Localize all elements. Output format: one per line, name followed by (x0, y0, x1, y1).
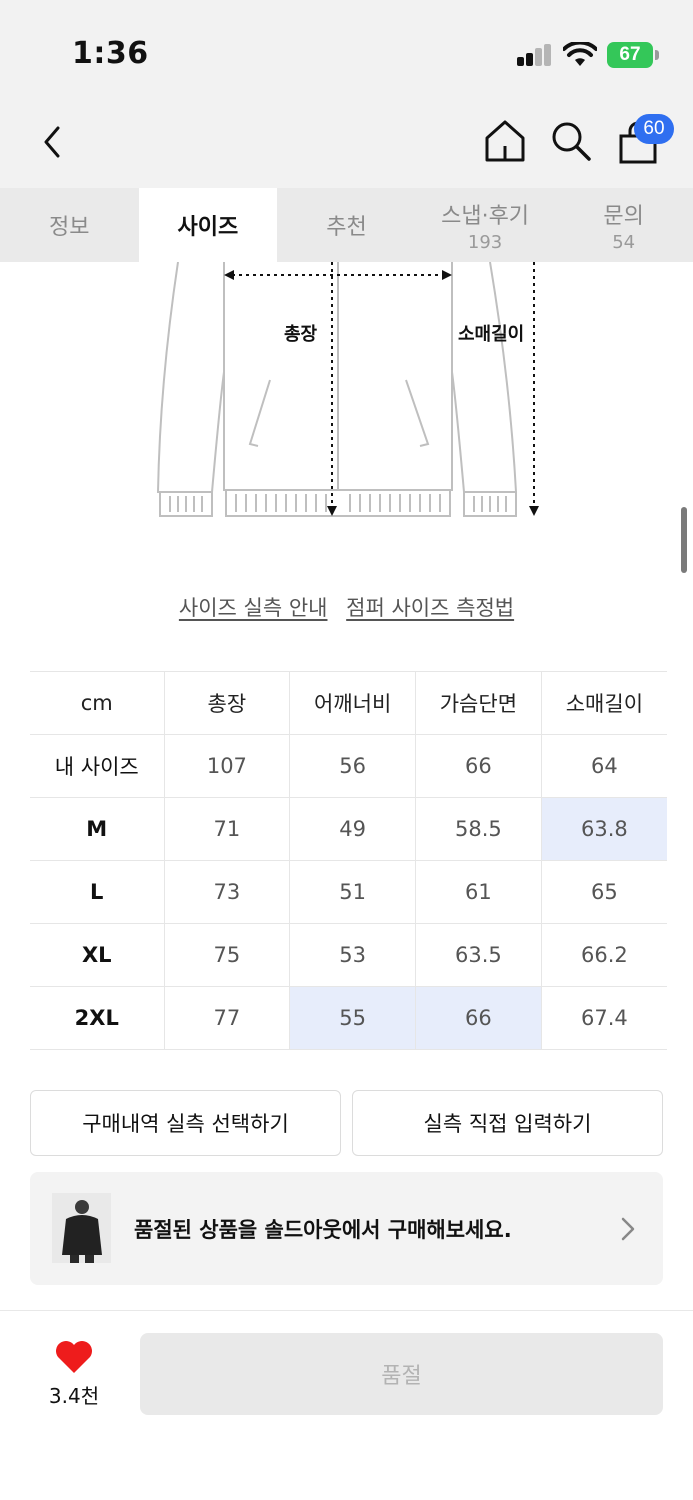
table-cell: 65 (540, 860, 667, 924)
tab-label: 정보 (49, 215, 90, 240)
tab-inquiry[interactable]: 문의 54 (554, 188, 693, 262)
table-cell-highlighted: 66 (415, 986, 542, 1050)
measure-method-link[interactable]: 점퍼 사이즈 측정법 (346, 596, 514, 620)
table-header-cell: 어깨너비 (289, 671, 416, 735)
enter-measurements-button[interactable]: 실측 직접 입력하기 (352, 1090, 663, 1156)
table-cell: 63.5 (415, 923, 542, 987)
sleeve-length-label: 소매길이 (458, 324, 525, 345)
table-cell: 75 (163, 923, 291, 987)
soldout-button[interactable]: 품절 (140, 1333, 663, 1415)
table-cell: 51 (289, 860, 416, 924)
tab-label: 문의 (603, 203, 644, 229)
table-cell: 49 (289, 797, 416, 861)
table-cell: 58.5 (415, 797, 542, 861)
battery-icon: 67 (607, 42, 659, 68)
tab-size[interactable]: 사이즈 (138, 188, 278, 262)
table-cell: 53 (289, 923, 416, 987)
wifi-icon (563, 42, 597, 66)
length-label: 총장 (284, 324, 318, 345)
row-size-label: L (30, 860, 165, 924)
size-diagram: 총장 소매길이 (150, 261, 550, 524)
table-cell: 73 (163, 860, 291, 924)
status-bar: 1:36 67 (0, 0, 693, 100)
row-size-label: XL (30, 923, 165, 987)
bottom-divider (0, 1310, 693, 1311)
table-row: M 71 49 58.5 63.8 (30, 797, 667, 861)
table-cell: 107 (163, 734, 291, 798)
table-cell: 66.2 (540, 923, 667, 987)
table-cell: 77 (163, 986, 291, 1050)
row-size-label: M (30, 797, 165, 861)
chevron-right-icon (621, 1217, 635, 1241)
tab-recommend[interactable]: 추천 (277, 188, 416, 262)
search-icon[interactable] (548, 118, 594, 164)
table-cell: 56 (289, 734, 416, 798)
cart-count-badge: 60 (634, 114, 674, 144)
cellular-signal-icon (517, 44, 553, 66)
table-row: L 73 51 61 65 (30, 860, 667, 924)
table-header-cell: 총장 (163, 671, 291, 735)
scrollbar[interactable] (681, 507, 687, 573)
table-cell-highlighted: 63.8 (540, 797, 667, 861)
home-icon[interactable] (482, 118, 528, 164)
row-size-label: 2XL (30, 986, 165, 1050)
size-table: cm 총장 어깨너비 가슴단면 소매길이 내 사이즈 107 56 66 64 … (30, 671, 667, 1050)
back-arrow-icon[interactable] (34, 120, 74, 164)
size-guide-links: 사이즈 실측 안내 점퍼 사이즈 측정법 (0, 592, 693, 622)
row-size-label: 내 사이즈 (30, 734, 165, 798)
table-header-row: cm 총장 어깨너비 가슴단면 소매길이 (30, 671, 667, 735)
battery-level: 67 (607, 42, 653, 68)
soldout-banner[interactable]: 품절된 상품을 솔드아웃에서 구매해보세요. (30, 1172, 663, 1285)
table-row: XL 75 53 63.5 66.2 (30, 923, 667, 987)
tab-snap-review[interactable]: 스냅·후기 193 (416, 188, 555, 262)
table-cell: 67.4 (540, 986, 667, 1050)
table-row: 2XL 77 55 66 67.4 (30, 986, 667, 1050)
tab-count: 54 (612, 231, 636, 253)
nav-bar: 60 (0, 100, 693, 188)
size-guide-link[interactable]: 사이즈 실측 안내 (179, 596, 328, 620)
table-cell: 71 (163, 797, 291, 861)
table-cell: 61 (415, 860, 542, 924)
status-time: 1:36 (72, 36, 149, 71)
table-header-cell: 가슴단면 (415, 671, 542, 735)
table-header-cell: cm (30, 671, 165, 735)
like-count: 3.4천 (48, 1384, 100, 1408)
table-header-cell: 소매길이 (540, 671, 667, 735)
tab-label: 스냅·후기 (441, 203, 530, 229)
table-cell: 64 (540, 734, 667, 798)
soldout-banner-text: 품절된 상품을 솔드아웃에서 구매해보세요. (134, 1218, 512, 1242)
tab-info[interactable]: 정보 (0, 188, 139, 262)
like-button[interactable]: 3.4천 (40, 1338, 108, 1410)
tab-label: 사이즈 (177, 215, 239, 240)
heart-icon (56, 1341, 92, 1373)
table-row: 내 사이즈 107 56 66 64 (30, 734, 667, 798)
select-purchase-history-button[interactable]: 구매내역 실측 선택하기 (30, 1090, 341, 1156)
tab-label: 추천 (326, 215, 367, 240)
table-cell-highlighted: 55 (289, 986, 416, 1050)
product-tabs: 정보 사이즈 추천 스냅·후기 193 문의 54 (0, 188, 693, 262)
table-cell: 66 (415, 734, 542, 798)
product-thumbnail (52, 1193, 111, 1263)
tab-count: 193 (467, 231, 503, 253)
jacket-outline-illustration (156, 261, 539, 517)
